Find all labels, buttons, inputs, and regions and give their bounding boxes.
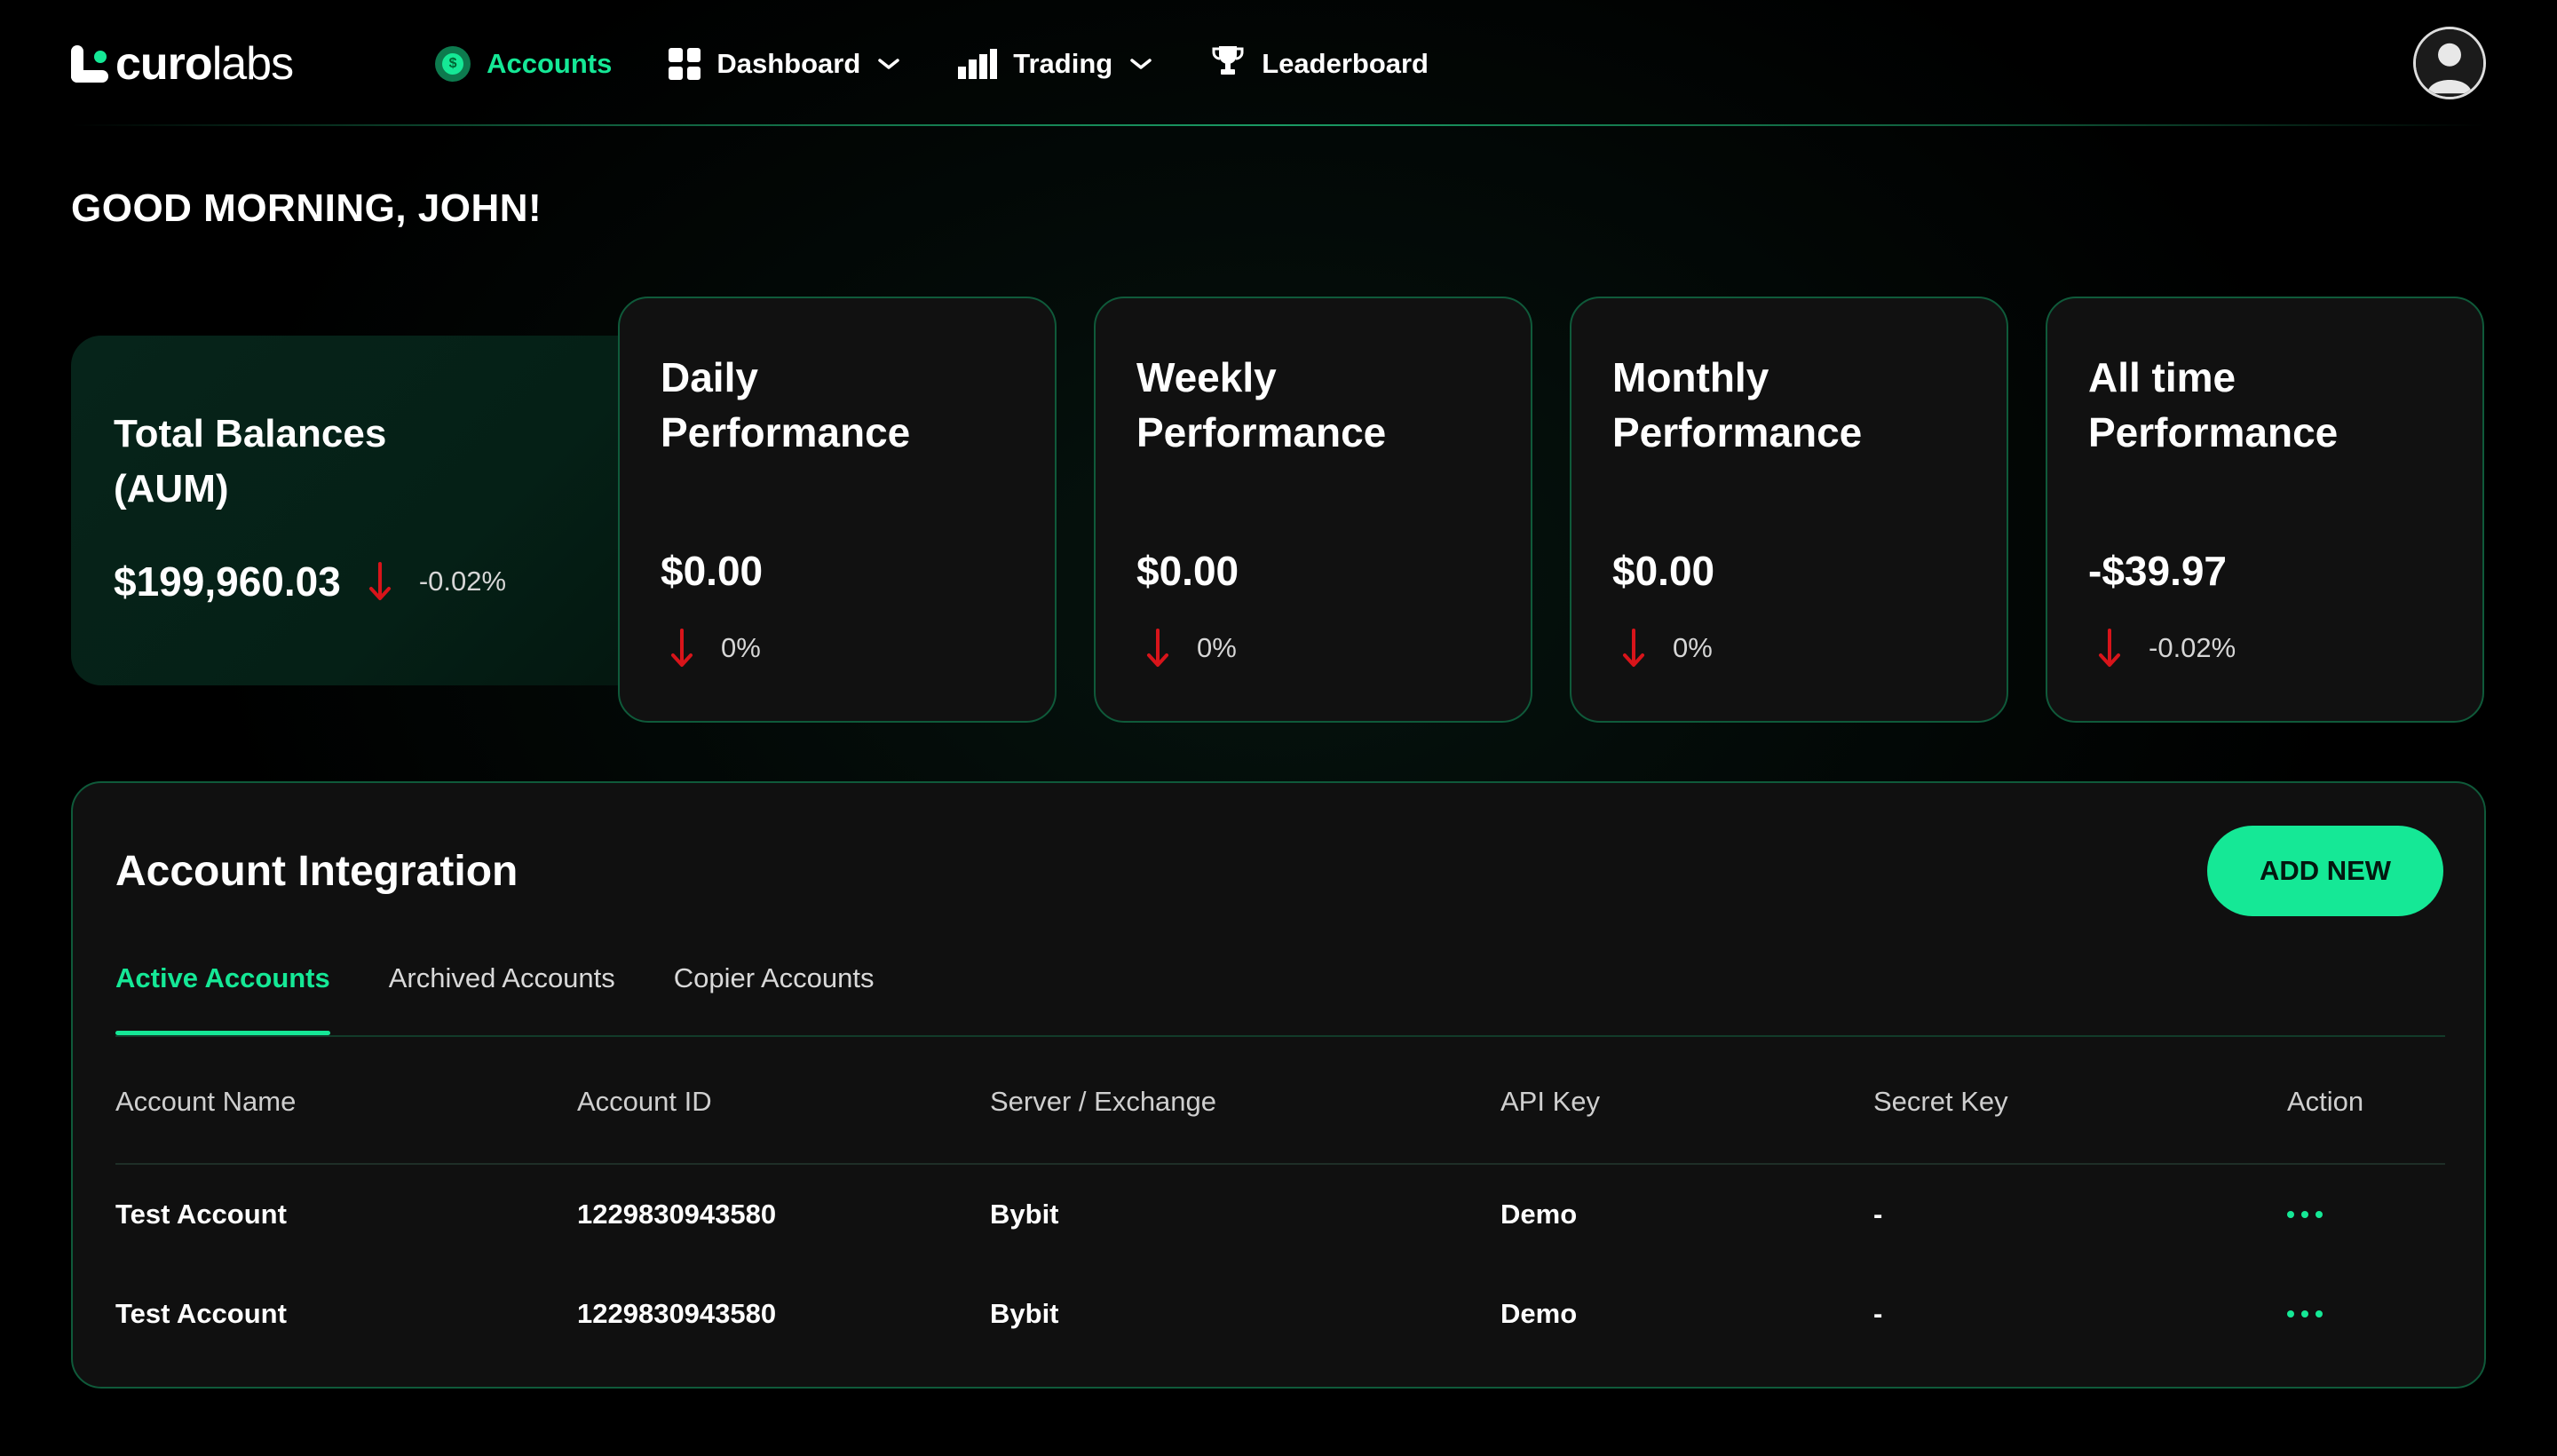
tabs-divider — [115, 1035, 2445, 1037]
main-nav: $ Accounts Dashboard Trading Leaderboard — [435, 43, 1429, 85]
user-avatar[interactable] — [2413, 27, 2486, 99]
account-integration-panel: Account Integration ADD NEW Active Accou… — [71, 781, 2486, 1389]
column-header: API Key — [1500, 1086, 1600, 1117]
nav-item-trading[interactable]: Trading — [958, 48, 1153, 80]
nav-item-label: Accounts — [487, 48, 613, 79]
coin-icon: $ — [435, 46, 471, 82]
chevron-down-icon — [876, 51, 901, 76]
arrow-down-icon — [1623, 629, 1644, 667]
performance-value: $0.00 — [1612, 548, 1715, 594]
performance-change: 0% — [1621, 629, 1713, 668]
change-percent: -0.02% — [2149, 632, 2236, 663]
more-options-icon[interactable] — [2287, 1211, 2323, 1218]
arrow-down-icon — [1147, 629, 1168, 667]
performance-change: -0.02% — [2097, 629, 2236, 668]
api-key-cell: Demo — [1500, 1199, 1578, 1230]
daily-performance-card: Daily Performance $0.00 0% — [618, 297, 1057, 723]
nav-item-label: Trading — [1013, 48, 1113, 79]
bar-chart-icon — [958, 49, 998, 79]
chevron-down-icon — [1128, 51, 1153, 76]
nav-item-leaderboard[interactable]: Leaderboard — [1210, 43, 1429, 85]
all-time-performance-card: All time Performance -$39.97 -0.02% — [2046, 297, 2484, 723]
nav-item-accounts[interactable]: $ Accounts — [435, 46, 612, 82]
performance-value: $0.00 — [661, 548, 764, 594]
column-header: Account Name — [115, 1086, 297, 1117]
total-balance-value: $199,960.03 — [114, 558, 341, 605]
add-new-button[interactable]: ADD NEW — [2207, 826, 2443, 916]
brand-logo[interactable]: curolabs — [71, 37, 294, 91]
nav-item-label: Leaderboard — [1262, 48, 1429, 79]
performance-value: $0.00 — [1136, 548, 1239, 594]
greeting-heading: GOOD MORNING, JOHN! — [71, 186, 542, 230]
top-nav-bar: curolabs $ Accounts Dashboard Trading Le… — [71, 25, 2486, 103]
arrow-down-icon — [368, 562, 391, 600]
logo-text: curolabs — [115, 38, 294, 90]
account-id-cell: 1229830943580 — [577, 1298, 777, 1329]
weekly-performance-card: Weekly Performance $0.00 0% — [1094, 297, 1532, 723]
performance-value: -$39.97 — [2088, 548, 2228, 594]
secret-key-cell: - — [1873, 1298, 1883, 1329]
server-cell: Bybit — [990, 1199, 1059, 1230]
tab-archived-accounts[interactable]: Archived Accounts — [389, 962, 615, 1035]
account-id-cell: 1229830943580 — [577, 1199, 777, 1230]
header-divider — [71, 124, 2486, 126]
account-name-cell: Test Account — [115, 1199, 287, 1230]
change-percent: 0% — [721, 632, 761, 663]
card-title: Daily Performance — [661, 354, 911, 455]
logo-mark-icon — [71, 45, 108, 83]
table-header-row: Account Name Account ID Server / Exchang… — [115, 1041, 2445, 1165]
total-balances-card: Total Balances (AUM) $199,960.03 -0.02% — [71, 336, 710, 685]
total-change-percent: -0.02% — [418, 566, 507, 597]
total-value-row: $199,960.03 -0.02% — [114, 558, 506, 605]
arrow-down-icon — [671, 629, 693, 667]
grid-icon — [669, 48, 701, 80]
performance-change: 0% — [1145, 629, 1237, 668]
more-options-icon[interactable] — [2287, 1310, 2323, 1318]
change-percent: 0% — [1673, 632, 1713, 663]
table-row: Test Account 1229830943580 Bybit Demo - — [115, 1165, 2445, 1264]
page: curolabs $ Accounts Dashboard Trading Le… — [0, 0, 2557, 1456]
account-name-cell: Test Account — [115, 1298, 287, 1329]
performance-change: 0% — [669, 629, 761, 668]
arrow-down-icon — [2099, 629, 2120, 667]
trophy-icon — [1210, 43, 1246, 85]
monthly-performance-card: Monthly Performance $0.00 0% — [1570, 297, 2008, 723]
tab-active-accounts[interactable]: Active Accounts — [115, 962, 330, 1035]
nav-item-dashboard[interactable]: Dashboard — [669, 48, 901, 80]
secret-key-cell: - — [1873, 1199, 1883, 1230]
change-percent: 0% — [1197, 632, 1237, 663]
nav-item-label: Dashboard — [716, 48, 861, 79]
column-header: Server / Exchange — [990, 1086, 1217, 1117]
accounts-table: Account Name Account ID Server / Exchang… — [115, 1041, 2445, 1364]
user-avatar-icon — [2416, 29, 2483, 97]
card-title: Total Balances (AUM) — [114, 412, 387, 510]
account-tabs: Active Accounts Archived Accounts Copier… — [115, 962, 875, 1035]
column-header: Account ID — [577, 1086, 712, 1117]
card-title: Weekly Performance — [1136, 354, 1387, 455]
tab-copier-accounts[interactable]: Copier Accounts — [674, 962, 875, 1035]
column-header: Action — [2287, 1086, 2364, 1117]
card-title: All time Performance — [2088, 354, 2339, 455]
panel-title: Account Integration — [115, 848, 519, 895]
server-cell: Bybit — [990, 1298, 1059, 1329]
api-key-cell: Demo — [1500, 1298, 1578, 1329]
card-title: Monthly Performance — [1612, 354, 1863, 455]
table-row: Test Account 1229830943580 Bybit Demo - — [115, 1264, 2445, 1364]
column-header: Secret Key — [1873, 1086, 2008, 1117]
